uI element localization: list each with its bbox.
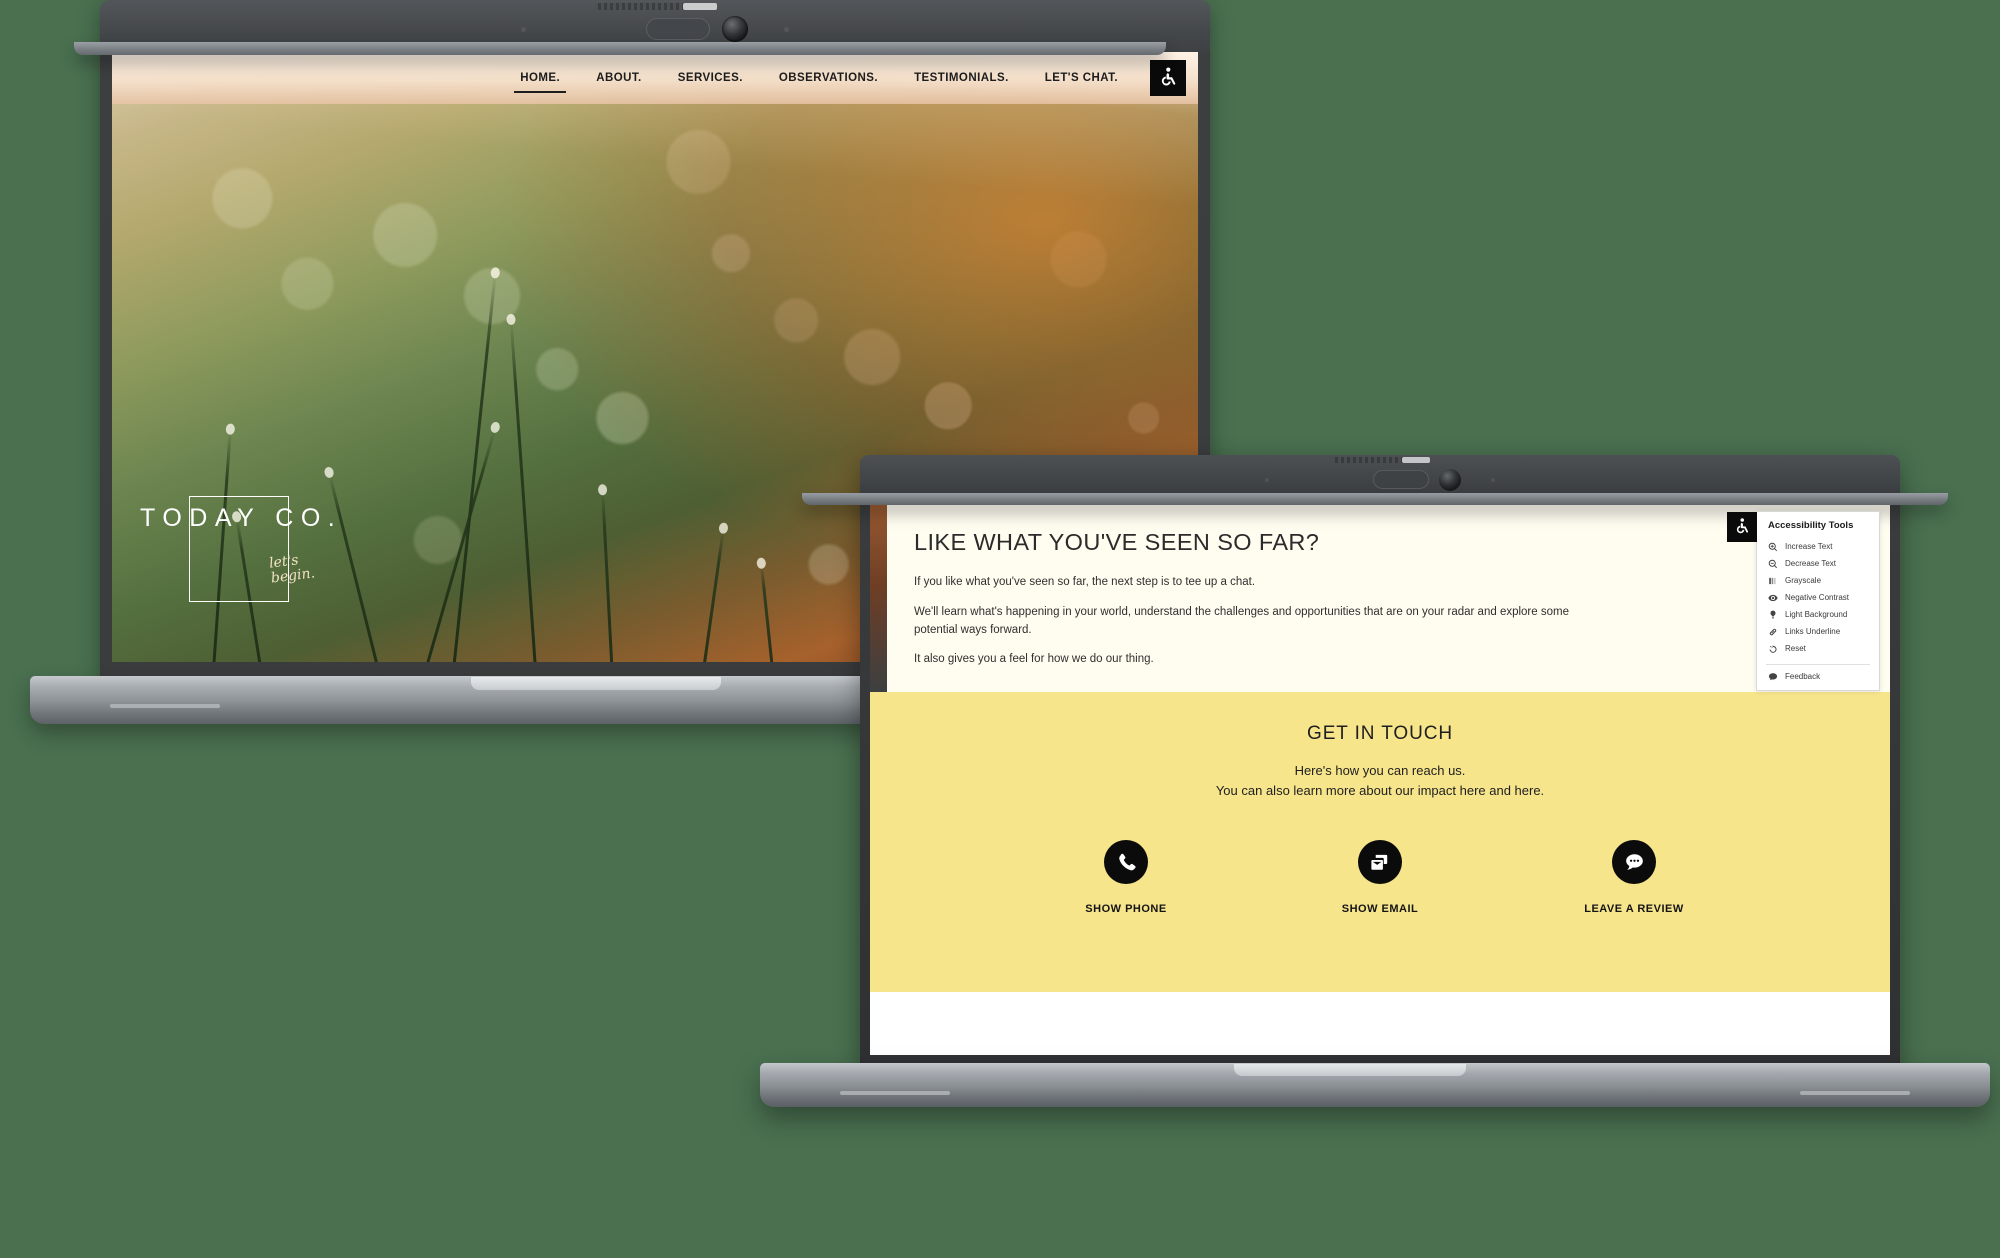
logo-wordmark: TODAY CO.	[140, 504, 343, 532]
page-footer-strip	[870, 992, 1890, 1055]
accessibility-tools-panel[interactable]: Accessibility Tools Increase Text Decrea…	[1727, 511, 1880, 691]
laptop-front-base	[760, 1063, 1990, 1107]
logo-tagline-line2: begin.	[270, 565, 316, 587]
phone-icon	[1118, 853, 1136, 870]
base-foot-right	[1800, 1091, 1910, 1095]
sensor-dot-right	[1491, 477, 1495, 482]
get-in-touch-subtitle: Here's how you can reach us. You can als…	[1216, 761, 1544, 800]
wheelchair-accessibility-icon	[1736, 518, 1749, 534]
accessibility-item-grayscale[interactable]: Grayscale	[1757, 572, 1879, 589]
accessibility-item-label: Decrease Text	[1785, 559, 1836, 568]
get-in-touch-subtitle-line1: Here's how you can reach us.	[1294, 763, 1466, 778]
accessibility-item-increase-text[interactable]: Increase Text	[1757, 538, 1879, 555]
accessibility-panel-title: Accessibility Tools	[1768, 520, 1854, 531]
show-phone-action[interactable]: SHOW PHONE	[1066, 840, 1186, 915]
contact-actions: SHOW PHONE SHOW EMAIL LEAVE A REVIEW	[1066, 840, 1694, 915]
laptop-back-base-lip	[74, 42, 1166, 55]
show-phone-label: SHOW PHONE	[1085, 903, 1167, 915]
nav-item-home[interactable]: HOME.	[502, 52, 578, 104]
section-paragraph-2: We'll learn what's happening in your wor…	[914, 605, 1569, 636]
nav-item-testimonials[interactable]: TESTIMONIALS.	[896, 52, 1027, 104]
page-edge-sliver	[870, 499, 887, 692]
laptop-front-lid: LIKE WHAT YOU'VE SEEN SO FAR? If you lik…	[860, 455, 1900, 1070]
sensor-dot-left	[521, 26, 526, 32]
scene: HOME. ABOUT. SERVICES. OBSERVATIONS. TES…	[0, 0, 2000, 1258]
webcam-lens	[722, 16, 748, 42]
webcam-lens	[1439, 468, 1461, 491]
show-email-action[interactable]: SHOW EMAIL	[1320, 840, 1440, 915]
laptop-front-screen: LIKE WHAT YOU'VE SEEN SO FAR? If you lik…	[870, 499, 1890, 1055]
like-what-youve-seen-section: LIKE WHAT YOU'VE SEEN SO FAR? If you lik…	[870, 499, 1890, 692]
link-icon	[1768, 627, 1778, 637]
accessibility-item-label: Negative Contrast	[1785, 593, 1850, 602]
accessibility-item-negative-contrast[interactable]: Negative Contrast	[1757, 589, 1879, 606]
section-paragraph-3: It also gives you a feel for how we do o…	[914, 653, 1154, 666]
get-in-touch-section: GET IN TOUCH Here's how you can reach us…	[870, 692, 1890, 992]
phone-icon-circle[interactable]	[1104, 840, 1148, 884]
accessibility-panel-divider	[1766, 664, 1870, 665]
review-icon-circle[interactable]	[1612, 840, 1656, 884]
accessibility-item-decrease-text[interactable]: Decrease Text	[1757, 555, 1879, 572]
email-stack-icon	[1370, 854, 1387, 870]
camera-privacy-shutter	[1373, 470, 1429, 489]
section-paragraph-1: If you like what you've seen so far, the…	[914, 576, 1256, 588]
lightbulb-icon	[1768, 610, 1778, 620]
eye-icon	[1768, 593, 1778, 603]
accessibility-item-reset[interactable]: Reset	[1757, 640, 1879, 657]
magnifier-plus-icon	[1768, 542, 1778, 552]
get-in-touch-title: GET IN TOUCH	[1307, 723, 1453, 744]
nav-item-observations[interactable]: OBSERVATIONS.	[761, 52, 896, 104]
magnifier-minus-icon	[1768, 559, 1778, 569]
camera-privacy-shutter	[646, 18, 710, 40]
nav-item-services[interactable]: SERVICES.	[660, 52, 761, 104]
undo-arrow-icon	[1768, 644, 1778, 654]
accessibility-panel-toggle[interactable]	[1727, 512, 1757, 542]
grayscale-bars-icon	[1768, 576, 1778, 586]
leave-a-review-label: LEAVE A REVIEW	[1584, 903, 1684, 915]
chat-bubble-dots-icon	[1625, 853, 1643, 870]
base-foot-left	[840, 1091, 950, 1095]
get-in-touch-subtitle-line2: You can also learn more about our impact…	[1215, 782, 1545, 798]
email-icon-circle[interactable]	[1358, 840, 1402, 884]
logo-tagline: let's begin.	[268, 551, 316, 587]
antenna-strip	[1332, 457, 1430, 463]
antenna-strip	[595, 3, 717, 10]
site-navigation[interactable]: HOME. ABOUT. SERVICES. OBSERVATIONS. TES…	[112, 52, 1198, 104]
accessibility-item-label: Grayscale	[1785, 576, 1822, 585]
accessibility-item-feedback[interactable]: Feedback	[1757, 668, 1879, 690]
speech-bubble-icon	[1768, 672, 1778, 682]
show-email-label: SHOW EMAIL	[1341, 903, 1419, 915]
accessibility-item-label: Light Background	[1785, 610, 1848, 619]
accessibility-item-links-underline[interactable]: Links Underline	[1757, 623, 1879, 640]
leave-a-review-action[interactable]: LEAVE A REVIEW	[1574, 840, 1694, 915]
sensor-dot-left	[1265, 477, 1269, 482]
accessibility-item-light-background[interactable]: Light Background	[1757, 606, 1879, 623]
laptop-front: LIKE WHAT YOU'VE SEEN SO FAR? If you lik…	[760, 455, 1990, 1165]
accessibility-item-label: Increase Text	[1785, 542, 1833, 551]
accessibility-item-label: Links Underline	[1785, 627, 1841, 636]
base-foot-left	[110, 704, 220, 708]
accessibility-item-label: Feedback	[1785, 672, 1821, 681]
accessibility-item-label: Reset	[1785, 644, 1806, 653]
nav-item-lets-chat[interactable]: LET'S CHAT.	[1027, 52, 1136, 104]
nav-item-about[interactable]: ABOUT.	[578, 52, 660, 104]
accessibility-toggle-button[interactable]	[1150, 60, 1186, 96]
sensor-dot-right	[784, 26, 789, 32]
wheelchair-accessibility-icon	[1161, 67, 1176, 86]
brand-logo: TODAY CO. let's begin.	[140, 496, 370, 626]
laptop-front-base-lip	[802, 493, 1948, 505]
accessibility-options-list: Increase Text Decrease Text Grayscale Ne…	[1757, 538, 1879, 661]
